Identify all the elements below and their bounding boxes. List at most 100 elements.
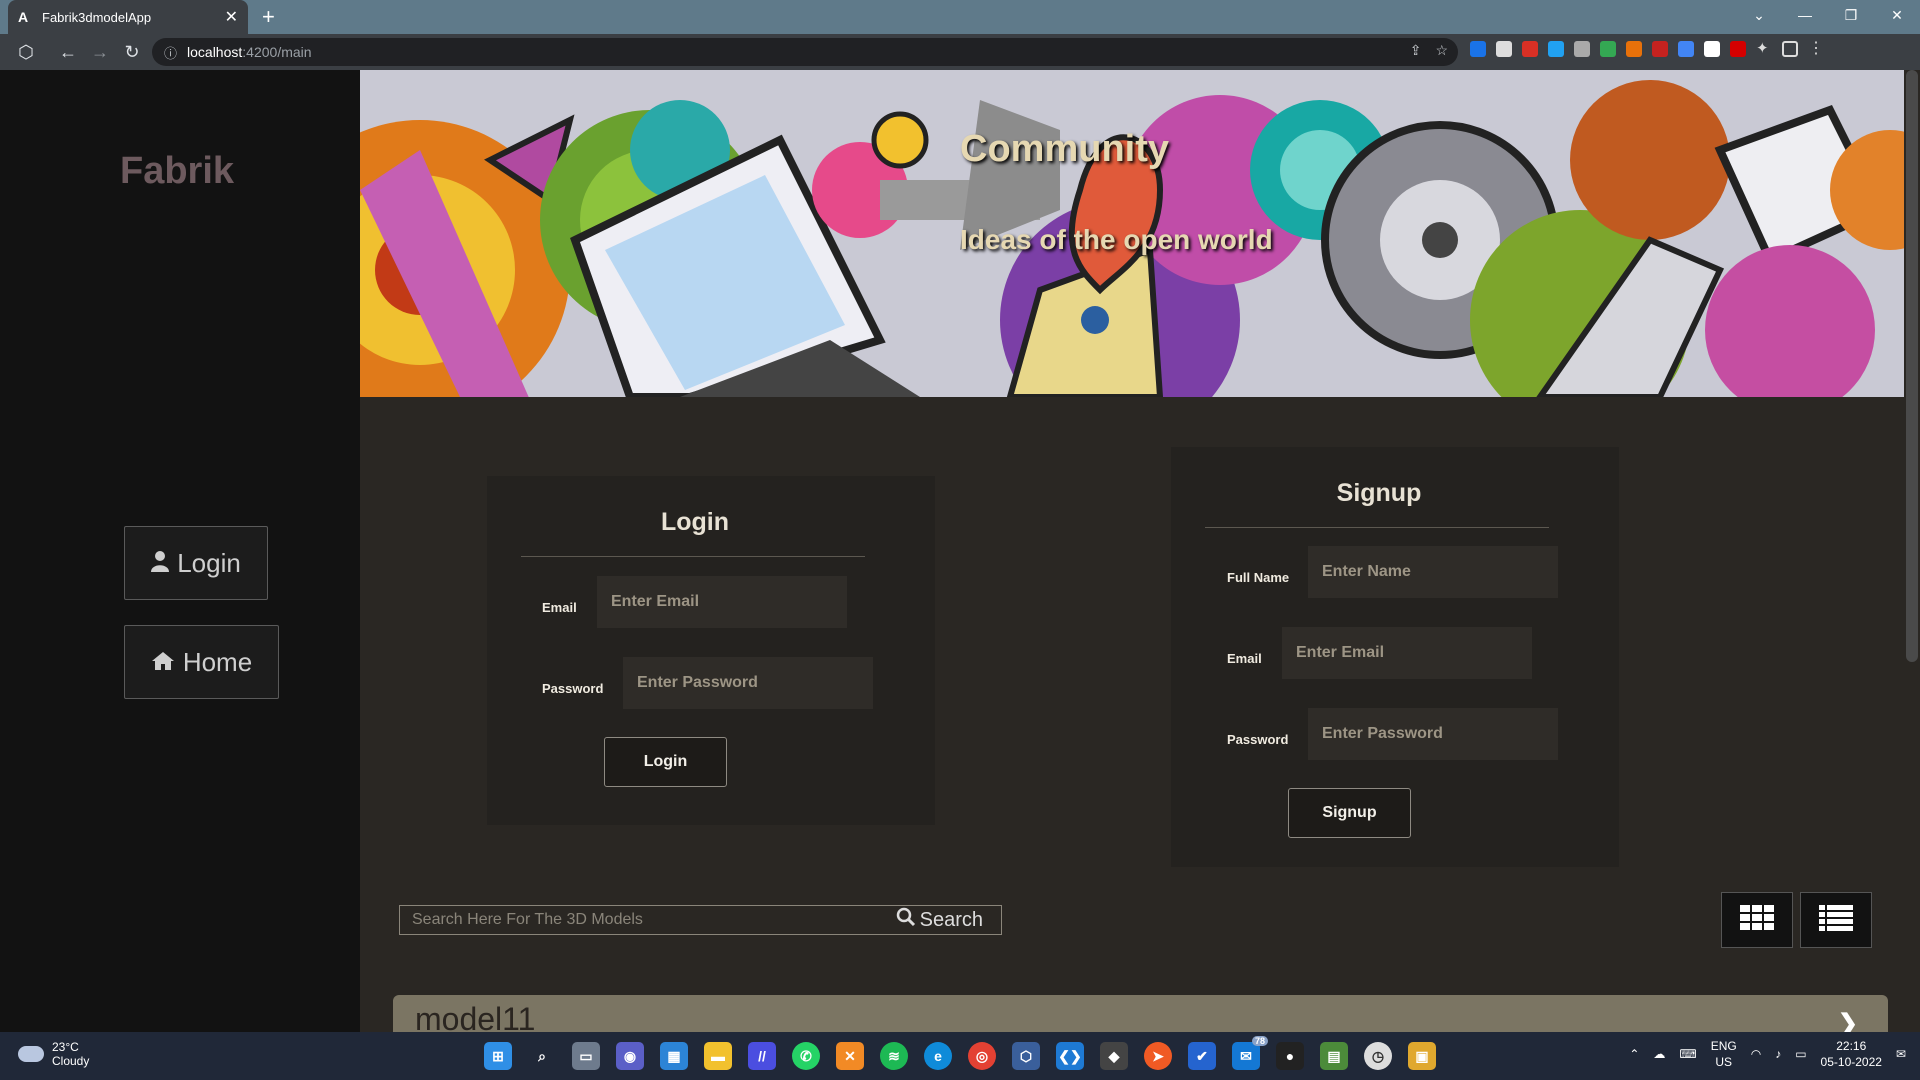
extension-icon[interactable] xyxy=(1574,41,1590,57)
extension-icon[interactable] xyxy=(1652,41,1668,57)
signup-email-label: Email xyxy=(1227,651,1262,666)
signup-submit-button[interactable]: Signup xyxy=(1288,788,1411,838)
signup-name-input[interactable] xyxy=(1308,546,1558,598)
notifications-icon[interactable]: ✉ xyxy=(1896,1047,1906,1061)
teams-chat-icon[interactable]: ◉ xyxy=(616,1042,644,1070)
language-code: ENG xyxy=(1710,1039,1737,1053)
cloud-icon xyxy=(18,1046,44,1062)
spotify-icon[interactable]: ≋ xyxy=(880,1042,908,1070)
file-explorer-icon[interactable]: ▬ xyxy=(704,1042,732,1070)
brand-logo[interactable]: Fabrik xyxy=(120,150,234,193)
search-input[interactable] xyxy=(400,906,890,934)
chevron-right-icon[interactable]: ❯ xyxy=(1838,1009,1858,1032)
app-icon[interactable]: ● xyxy=(1276,1042,1304,1070)
signup-password-label: Password xyxy=(1227,732,1289,747)
bookmark-star-icon[interactable]: ☆ xyxy=(1435,42,1448,59)
extension-icon[interactable] xyxy=(1522,41,1538,57)
extension-icon[interactable] xyxy=(1496,41,1512,57)
model-search: Search xyxy=(399,905,1002,935)
clock-icon[interactable]: ◷ xyxy=(1364,1042,1392,1070)
vscode-icon[interactable]: ❮❯ xyxy=(1056,1042,1084,1070)
reload-icon[interactable]: ↻ xyxy=(116,42,148,63)
edge-icon[interactable]: e xyxy=(924,1042,952,1070)
signup-password-input[interactable] xyxy=(1308,708,1558,760)
onedrive-icon[interactable]: ☁ xyxy=(1653,1047,1665,1061)
todo-icon[interactable]: ✔ xyxy=(1188,1042,1216,1070)
grid-view-button[interactable] xyxy=(1721,892,1793,948)
login-password-input[interactable] xyxy=(623,657,873,709)
menu-kebab-icon[interactable]: ⋮ xyxy=(1808,41,1824,57)
login-email-input[interactable] xyxy=(597,576,847,628)
keyboard-icon[interactable]: ⌨ xyxy=(1679,1047,1696,1061)
active-browser-icon[interactable]: ⬡ xyxy=(1012,1042,1040,1070)
notepad-icon[interactable]: ▤ xyxy=(1320,1042,1348,1070)
model-card[interactable]: model11 ❯ xyxy=(393,995,1888,1032)
xampp-icon[interactable]: ✕ xyxy=(836,1042,864,1070)
app-icon[interactable]: ◆ xyxy=(1100,1042,1128,1070)
login-divider xyxy=(521,556,865,557)
sidebar-home-button[interactable]: Home xyxy=(124,625,279,699)
signup-card: Signup Full Name Email Password Signup xyxy=(1171,447,1619,867)
app-icon[interactable]: // xyxy=(748,1042,776,1070)
search-taskbar-icon[interactable]: ⌕ xyxy=(528,1042,556,1070)
browser-tab[interactable]: A Fabrik3dmodelApp ✕ xyxy=(8,0,248,34)
extension-icon[interactable] xyxy=(1678,41,1694,57)
signup-name-label: Full Name xyxy=(1227,570,1290,585)
extension-icon[interactable] xyxy=(1548,41,1564,57)
restore-icon[interactable]: ❐ xyxy=(1828,0,1874,34)
share-icon[interactable]: ⇪ xyxy=(1410,42,1422,59)
battery-icon[interactable]: ▭ xyxy=(1795,1047,1806,1061)
window-controls: ⌄ — ❐ ✕ xyxy=(1736,0,1920,34)
site-info-icon[interactable]: ⓘ xyxy=(164,43,177,62)
close-window-icon[interactable]: ✕ xyxy=(1874,0,1920,34)
system-clock[interactable]: 22:16 05-10-2022 xyxy=(1821,1038,1882,1070)
extension-icon[interactable] xyxy=(1626,41,1642,57)
banner-subtitle: Ideas of the open world xyxy=(960,224,1273,255)
url-host: localhost xyxy=(187,44,243,60)
extension-icon[interactable] xyxy=(1730,41,1746,57)
tray-overflow-icon[interactable]: ⌃ xyxy=(1629,1047,1639,1061)
language-indicator[interactable]: ENG US xyxy=(1711,1038,1737,1070)
extension-icon[interactable] xyxy=(1704,41,1720,57)
task-view-icon[interactable]: ▭ xyxy=(572,1042,600,1070)
close-tab-icon[interactable]: ✕ xyxy=(225,7,238,27)
extensions-puzzle-icon[interactable]: ✦ xyxy=(1756,41,1772,57)
home-icon xyxy=(151,647,175,678)
clock-time: 22:16 xyxy=(1836,1039,1867,1053)
search-button[interactable]: Search xyxy=(896,906,983,934)
minimize-icon[interactable]: — xyxy=(1782,0,1828,34)
sidebar-home-label: Home xyxy=(182,646,253,677)
windows-taskbar: 23°C Cloudy ⊞ ⌕ ▭ ◉ ▦ ▬ // ✆ ✕ ≋ e ◎ ⬡ ❮… xyxy=(0,1032,1920,1080)
wifi-icon[interactable]: ◠ xyxy=(1751,1047,1761,1061)
back-icon[interactable]: ← xyxy=(52,42,84,63)
store-icon[interactable]: ▦ xyxy=(660,1042,688,1070)
signup-email-input[interactable] xyxy=(1282,627,1532,679)
weather-widget[interactable]: 23°C Cloudy xyxy=(18,1040,89,1068)
side-panel-icon[interactable] xyxy=(1782,41,1798,57)
sidebar-login-button[interactable]: Login xyxy=(124,526,268,600)
search-button-label: Search xyxy=(919,908,983,931)
postman-icon[interactable]: ➤ xyxy=(1144,1042,1172,1070)
model-name: model11 xyxy=(415,1001,536,1032)
clock-date: 05-10-2022 xyxy=(1820,1055,1882,1069)
page-scrollbar-thumb[interactable] xyxy=(1906,70,1918,662)
mail-icon[interactable]: ✉ 78 xyxy=(1232,1036,1268,1070)
windows-start-icon[interactable]: ⊞ xyxy=(484,1042,512,1070)
whatsapp-icon[interactable]: ✆ xyxy=(792,1042,820,1070)
extension-icon[interactable] xyxy=(1600,41,1616,57)
extension-icon[interactable] xyxy=(1470,41,1486,57)
address-bar[interactable]: ⓘ localhost :4200/main ⇪ ☆ xyxy=(152,38,1458,66)
list-icon xyxy=(1819,904,1853,936)
login-submit-button[interactable]: Login xyxy=(604,737,727,787)
banner-title: Community xyxy=(960,128,1169,170)
volume-icon[interactable]: ♪ xyxy=(1775,1047,1781,1061)
new-tab-icon[interactable]: + xyxy=(262,4,275,30)
forward-icon[interactable]: → xyxy=(84,42,116,63)
list-view-button[interactable] xyxy=(1800,892,1872,948)
tab-search-icon[interactable]: ⌄ xyxy=(1736,0,1782,34)
chrome-icon[interactable]: ◎ xyxy=(968,1042,996,1070)
paint-icon[interactable]: ▣ xyxy=(1408,1042,1436,1070)
signup-divider xyxy=(1205,527,1549,528)
extension-logo-icon[interactable]: ⬡ xyxy=(10,42,42,63)
extensions-row: ✦ ⋮ xyxy=(1470,41,1824,57)
